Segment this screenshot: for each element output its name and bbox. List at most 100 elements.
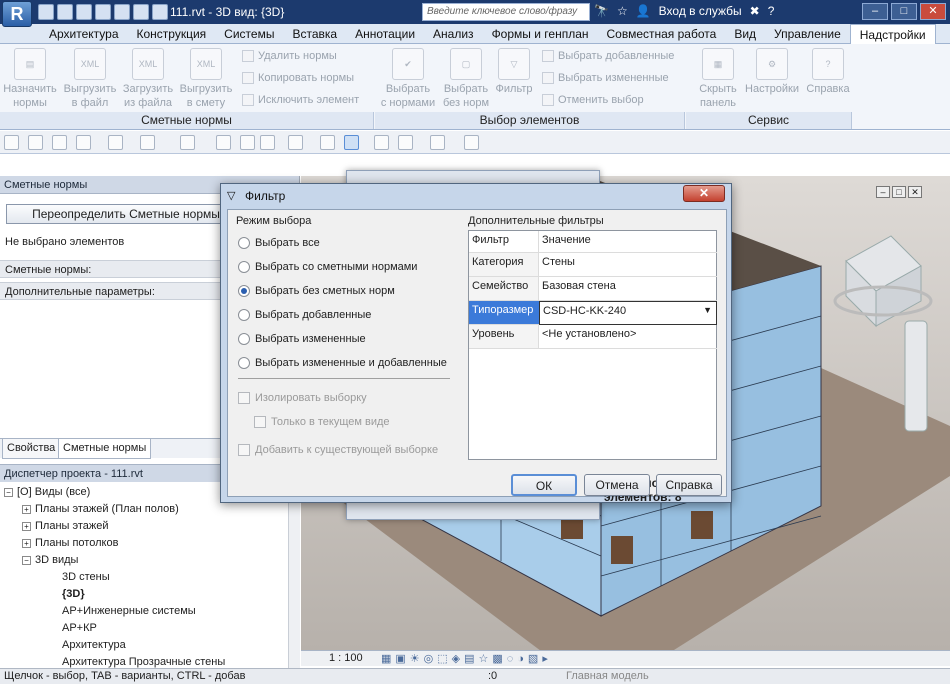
open-file-icon[interactable] [28, 135, 43, 150]
undo-tool-icon[interactable] [108, 135, 123, 150]
select-with-norms-button[interactable]: ✔ Выбрать с нормами [380, 48, 436, 110]
text-tool-icon[interactable] [260, 135, 275, 150]
settings-tool-icon[interactable] [430, 135, 445, 150]
tree-scrollbar[interactable] [288, 482, 300, 668]
help-dialog-button[interactable]: Справка [656, 474, 722, 496]
vp-restore-button[interactable]: □ [892, 186, 906, 198]
collapse-icon[interactable]: − [4, 487, 13, 497]
hide-panel-button[interactable]: ▦ Скрыть панель [690, 48, 746, 110]
help-button[interactable]: ? [768, 4, 775, 18]
minimize-button[interactable]: – [862, 3, 888, 20]
expand-icon[interactable]: + [22, 504, 31, 514]
undo-icon[interactable] [76, 4, 92, 20]
maximize-button[interactable]: □ [891, 3, 917, 20]
tab-architecture[interactable]: Архитектура [40, 24, 128, 44]
login-link[interactable]: Вход в службы [659, 4, 742, 18]
radio-changed[interactable]: Выбрать измененные [238, 333, 366, 345]
open-icon[interactable] [38, 4, 54, 20]
row-value-family[interactable]: Базовая стена [539, 277, 717, 301]
tree-node-ar-kr[interactable]: АР+КР [62, 620, 97, 636]
current-view-checkbox[interactable]: Только в текущем виде [254, 416, 390, 428]
export-file-button[interactable]: XML Выгрузить в файл [62, 48, 118, 110]
tab-annotate[interactable]: Аннотации [346, 24, 424, 44]
sync-icon[interactable] [76, 135, 91, 150]
close-hidden-icon[interactable] [374, 135, 389, 150]
expand-icon[interactable]: + [22, 521, 31, 531]
assign-norms-button[interactable]: ▤ Назначить нормы [2, 48, 58, 110]
override-norms-button[interactable]: Переопределить Сметные нормы [6, 204, 246, 224]
view-control-icons[interactable]: ▦▣☀◎⬚◈▤☆▩◌◑▧▸ [381, 652, 552, 665]
tree-node-3d-views[interactable]: −3D виды [22, 552, 78, 568]
radio-circle[interactable] [238, 261, 250, 273]
exchange-icon[interactable]: ✖ [750, 4, 760, 18]
vp-close-button[interactable]: ✕ [908, 186, 922, 198]
tree-node-3d-walls[interactable]: 3D стены [62, 569, 110, 585]
checkbox-box[interactable] [238, 444, 250, 456]
copy-norms-button[interactable]: Копировать нормы [242, 72, 354, 84]
user-icon[interactable]: 👤 [636, 4, 651, 18]
tab-systems[interactable]: Системы [215, 24, 283, 44]
exclude-element-button[interactable]: Исключить элемент [242, 94, 359, 106]
tab-properties[interactable]: Свойства [2, 439, 61, 459]
tab-addins[interactable]: Надстройки [849, 24, 936, 44]
add-existing-checkbox[interactable]: Добавить к существующей выборке [238, 444, 438, 456]
ok-button[interactable]: ОК [511, 474, 577, 496]
row-value-category[interactable]: Стены [539, 253, 717, 277]
save-icon[interactable] [57, 4, 73, 20]
export-estimate-button[interactable]: XML Выгрузить в смету [178, 48, 234, 110]
radio-circle[interactable] [238, 309, 250, 321]
revit-logo-button[interactable]: R [2, 1, 32, 27]
radio-without-norms[interactable]: Выбрать без сметных норм [238, 285, 395, 297]
aligned-icon[interactable] [216, 135, 231, 150]
save-file-icon[interactable] [52, 135, 67, 150]
section-icon[interactable] [320, 135, 335, 150]
radio-with-norms[interactable]: Выбрать со сметными нормами [238, 261, 417, 273]
tree-node-3d-current[interactable]: {3D} [62, 586, 85, 602]
radio-added[interactable]: Выбрать добавленные [238, 309, 371, 321]
3d-view-icon[interactable] [288, 135, 303, 150]
radio-select-all[interactable]: Выбрать все [238, 237, 320, 249]
radio-circle[interactable] [238, 237, 250, 249]
workset-selector[interactable]: Главная модель [566, 669, 649, 684]
vp-minimize-button[interactable]: – [876, 186, 890, 198]
select-added-button[interactable]: Выбрать добавленные [542, 50, 674, 62]
tree-node-architecture[interactable]: Архитектура [62, 637, 126, 653]
row-value-level[interactable]: <Не установлено> [539, 325, 717, 349]
settings-button[interactable]: ⚙ Настройки [744, 48, 800, 96]
print-icon[interactable] [114, 4, 130, 20]
close-button[interactable]: ✕ [920, 3, 946, 20]
filter-button[interactable]: ▽ Фильтр [486, 48, 542, 96]
tree-node-architecture-glass[interactable]: Архитектура Прозрачные стены [62, 654, 225, 668]
radio-circle[interactable] [238, 357, 250, 369]
radio-changed-added[interactable]: Выбрать измененные и добавленные [238, 357, 447, 369]
tab-analyze[interactable]: Анализ [424, 24, 483, 44]
text-icon[interactable] [152, 4, 168, 20]
thin-lines-icon[interactable] [344, 135, 359, 150]
expand-icon[interactable]: + [22, 538, 31, 548]
tab-manage[interactable]: Управление [765, 24, 850, 44]
delete-norms-button[interactable]: Удалить нормы [242, 50, 337, 62]
dimension-icon[interactable] [180, 135, 195, 150]
dialog-close-button[interactable]: ✕ [683, 185, 725, 202]
tree-node-ar-engineering[interactable]: АР+Инженерные системы [62, 603, 196, 619]
redo-tool-icon[interactable] [140, 135, 155, 150]
measure-icon[interactable] [133, 4, 149, 20]
switch-windows-icon[interactable] [398, 135, 413, 150]
cancel-selection-button[interactable]: Отменить выбор [542, 94, 644, 106]
checkbox-box[interactable] [238, 392, 250, 404]
tab-structure[interactable]: Конструкция [128, 24, 216, 44]
checkbox-box[interactable] [254, 416, 266, 428]
radio-circle[interactable] [238, 333, 250, 345]
more-icon[interactable] [464, 135, 479, 150]
tree-node-ceiling-plans[interactable]: + Планы потолков [22, 535, 118, 551]
search-input[interactable]: Введите ключевое слово/фразу [422, 3, 590, 21]
tab-massing[interactable]: Формы и генплан [483, 24, 598, 44]
radio-circle-selected[interactable] [238, 285, 250, 297]
tag-icon[interactable] [240, 135, 255, 150]
binoculars-icon[interactable]: 🔭 [594, 4, 609, 18]
chevron-down-icon[interactable]: ▼ [703, 305, 712, 315]
tab-view[interactable]: Вид [725, 24, 765, 44]
tree-node-floor-plans[interactable]: + Планы этажей [22, 518, 109, 534]
tree-node-views[interactable]: − [O] Виды (все) [4, 484, 90, 500]
tree-node-floor-plans-floors[interactable]: + Планы этажей (План полов) [22, 501, 179, 517]
